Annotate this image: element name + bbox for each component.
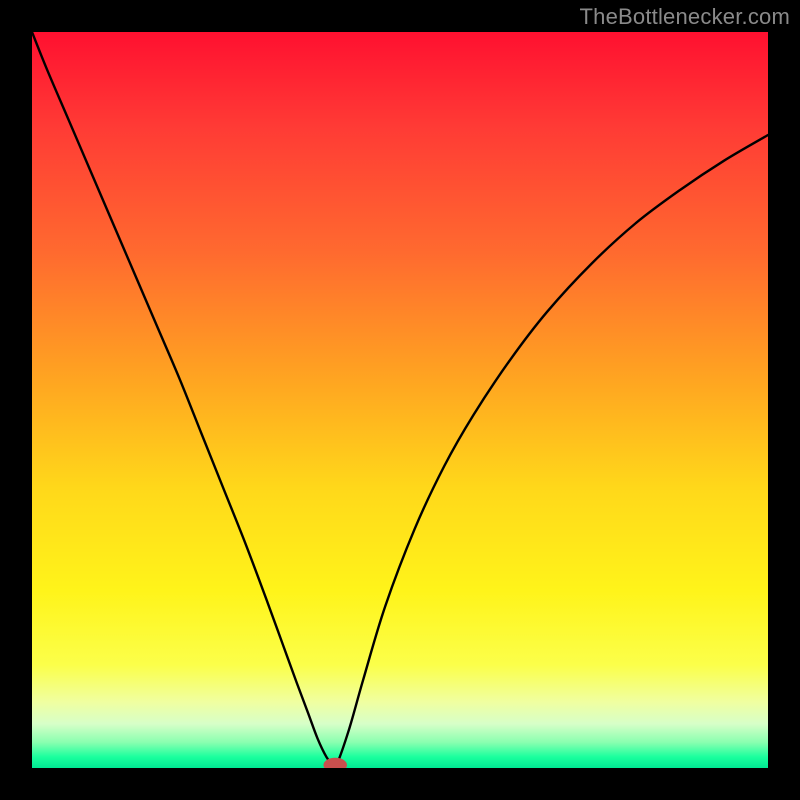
chart-frame: TheBottlenecker.com [0,0,800,800]
gradient-background [32,32,768,768]
plot-area [32,32,768,768]
attribution-label: TheBottlenecker.com [580,4,790,30]
bottleneck-chart [32,32,768,768]
